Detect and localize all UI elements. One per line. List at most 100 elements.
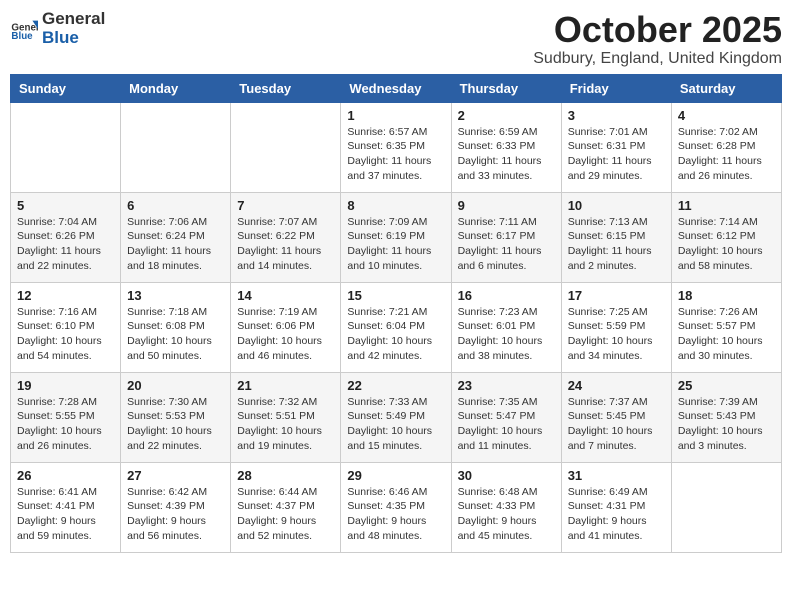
calendar-cell: 8 Sunrise: 7:09 AM Sunset: 6:19 PM Daylig… (341, 192, 451, 282)
day-info: Sunrise: 7:37 AM Sunset: 5:45 PM Dayligh… (568, 395, 665, 454)
day-info: Sunrise: 7:01 AM Sunset: 6:31 PM Dayligh… (568, 125, 665, 184)
day-number: 17 (568, 288, 665, 303)
day-number: 1 (347, 108, 444, 123)
day-info: Sunrise: 7:06 AM Sunset: 6:24 PM Dayligh… (127, 215, 224, 274)
weekday-header-friday: Friday (561, 74, 671, 102)
day-number: 8 (347, 198, 444, 213)
day-info: Sunrise: 6:42 AM Sunset: 4:39 PM Dayligh… (127, 485, 224, 544)
day-number: 15 (347, 288, 444, 303)
calendar-cell: 27 Sunrise: 6:42 AM Sunset: 4:39 PM Dayli… (121, 462, 231, 552)
day-number: 24 (568, 378, 665, 393)
calendar-cell: 14 Sunrise: 7:19 AM Sunset: 6:06 PM Dayli… (231, 282, 341, 372)
month-title: October 2025 (533, 10, 782, 50)
calendar-cell: 3 Sunrise: 7:01 AM Sunset: 6:31 PM Daylig… (561, 102, 671, 192)
day-info: Sunrise: 7:02 AM Sunset: 6:28 PM Dayligh… (678, 125, 775, 184)
day-number: 2 (458, 108, 555, 123)
week-row-3: 12Sunrise: 7:16 AM Sunset: 6:10 PM Dayli… (11, 282, 782, 372)
day-number: 11 (678, 198, 775, 213)
day-number: 29 (347, 468, 444, 483)
calendar-cell: 26 Sunrise: 6:41 AM Sunset: 4:41 PM Dayli… (11, 462, 121, 552)
weekday-header-tuesday: Tuesday (231, 74, 341, 102)
day-info: Sunrise: 7:13 AM Sunset: 6:15 PM Dayligh… (568, 215, 665, 274)
weekday-header-saturday: Saturday (671, 74, 781, 102)
calendar-cell: 25Sunrise: 7:39 AM Sunset: 5:43 PM Dayli… (671, 372, 781, 462)
week-row-5: 26 Sunrise: 6:41 AM Sunset: 4:41 PM Dayli… (11, 462, 782, 552)
day-info: Sunrise: 7:09 AM Sunset: 6:19 PM Dayligh… (347, 215, 444, 274)
day-number: 4 (678, 108, 775, 123)
calendar-cell: 11 Sunrise: 7:14 AM Sunset: 6:12 PM Dayli… (671, 192, 781, 282)
page-header: General Blue General Blue October 2025 S… (10, 10, 782, 68)
calendar-cell: 4 Sunrise: 7:02 AM Sunset: 6:28 PM Daylig… (671, 102, 781, 192)
calendar-cell: 2Sunrise: 6:59 AM Sunset: 6:33 PM Daylig… (451, 102, 561, 192)
logo: General Blue General Blue (10, 10, 105, 47)
svg-text:Blue: Blue (11, 30, 33, 41)
calendar-cell: 15 Sunrise: 7:21 AM Sunset: 6:04 PM Dayli… (341, 282, 451, 372)
day-number: 21 (237, 378, 334, 393)
weekday-header-monday: Monday (121, 74, 231, 102)
day-info: Sunrise: 7:21 AM Sunset: 6:04 PM Dayligh… (347, 305, 444, 364)
day-info: Sunrise: 7:26 AM Sunset: 5:57 PM Dayligh… (678, 305, 775, 364)
calendar-cell: 7 Sunrise: 7:07 AM Sunset: 6:22 PM Daylig… (231, 192, 341, 282)
day-number: 7 (237, 198, 334, 213)
day-info: Sunrise: 7:19 AM Sunset: 6:06 PM Dayligh… (237, 305, 334, 364)
calendar-cell: 13 Sunrise: 7:18 AM Sunset: 6:08 PM Dayli… (121, 282, 231, 372)
day-number: 26 (17, 468, 114, 483)
day-info: Sunrise: 6:41 AM Sunset: 4:41 PM Dayligh… (17, 485, 114, 544)
day-number: 5 (17, 198, 114, 213)
day-info: Sunrise: 7:04 AM Sunset: 6:26 PM Dayligh… (17, 215, 114, 274)
calendar-cell: 24 Sunrise: 7:37 AM Sunset: 5:45 PM Dayli… (561, 372, 671, 462)
day-info: Sunrise: 7:30 AM Sunset: 5:53 PM Dayligh… (127, 395, 224, 454)
day-number: 16 (458, 288, 555, 303)
day-info: Sunrise: 6:48 AM Sunset: 4:33 PM Dayligh… (458, 485, 555, 544)
calendar-cell: 19Sunrise: 7:28 AM Sunset: 5:55 PM Dayli… (11, 372, 121, 462)
weekday-header-row: SundayMondayTuesdayWednesdayThursdayFrid… (11, 74, 782, 102)
calendar-cell: 5 Sunrise: 7:04 AM Sunset: 6:26 PM Daylig… (11, 192, 121, 282)
day-number: 9 (458, 198, 555, 213)
calendar-cell (671, 462, 781, 552)
day-number: 25 (678, 378, 775, 393)
day-info: Sunrise: 7:25 AM Sunset: 5:59 PM Dayligh… (568, 305, 665, 364)
day-number: 30 (458, 468, 555, 483)
day-info: Sunrise: 6:49 AM Sunset: 4:31 PM Dayligh… (568, 485, 665, 544)
logo-general-text: General (42, 10, 105, 29)
day-info: Sunrise: 7:11 AM Sunset: 6:17 PM Dayligh… (458, 215, 555, 274)
calendar-cell (11, 102, 121, 192)
calendar-cell: 1Sunrise: 6:57 AM Sunset: 6:35 PM Daylig… (341, 102, 451, 192)
calendar-cell: 12Sunrise: 7:16 AM Sunset: 6:10 PM Dayli… (11, 282, 121, 372)
calendar-cell: 28Sunrise: 6:44 AM Sunset: 4:37 PM Dayli… (231, 462, 341, 552)
calendar-cell: 6 Sunrise: 7:06 AM Sunset: 6:24 PM Daylig… (121, 192, 231, 282)
calendar-table: SundayMondayTuesdayWednesdayThursdayFrid… (10, 74, 782, 553)
day-number: 31 (568, 468, 665, 483)
calendar-cell: 22 Sunrise: 7:33 AM Sunset: 5:49 PM Dayli… (341, 372, 451, 462)
week-row-4: 19Sunrise: 7:28 AM Sunset: 5:55 PM Dayli… (11, 372, 782, 462)
location-title: Sudbury, England, United Kingdom (533, 50, 782, 68)
day-number: 10 (568, 198, 665, 213)
day-info: Sunrise: 7:35 AM Sunset: 5:47 PM Dayligh… (458, 395, 555, 454)
weekday-header-wednesday: Wednesday (341, 74, 451, 102)
calendar-cell: 20 Sunrise: 7:30 AM Sunset: 5:53 PM Dayli… (121, 372, 231, 462)
day-info: Sunrise: 7:33 AM Sunset: 5:49 PM Dayligh… (347, 395, 444, 454)
title-area: October 2025 Sudbury, England, United Ki… (533, 10, 782, 68)
day-info: Sunrise: 6:44 AM Sunset: 4:37 PM Dayligh… (237, 485, 334, 544)
day-number: 27 (127, 468, 224, 483)
day-info: Sunrise: 7:32 AM Sunset: 5:51 PM Dayligh… (237, 395, 334, 454)
calendar-cell (231, 102, 341, 192)
day-number: 13 (127, 288, 224, 303)
day-number: 23 (458, 378, 555, 393)
day-number: 22 (347, 378, 444, 393)
day-number: 6 (127, 198, 224, 213)
calendar-cell: 21 Sunrise: 7:32 AM Sunset: 5:51 PM Dayli… (231, 372, 341, 462)
day-number: 20 (127, 378, 224, 393)
day-info: Sunrise: 7:23 AM Sunset: 6:01 PM Dayligh… (458, 305, 555, 364)
weekday-header-sunday: Sunday (11, 74, 121, 102)
day-number: 3 (568, 108, 665, 123)
day-info: Sunrise: 7:18 AM Sunset: 6:08 PM Dayligh… (127, 305, 224, 364)
calendar-cell: 16 Sunrise: 7:23 AM Sunset: 6:01 PM Dayli… (451, 282, 561, 372)
calendar-cell: 18Sunrise: 7:26 AM Sunset: 5:57 PM Dayli… (671, 282, 781, 372)
day-info: Sunrise: 7:14 AM Sunset: 6:12 PM Dayligh… (678, 215, 775, 274)
day-info: Sunrise: 7:16 AM Sunset: 6:10 PM Dayligh… (17, 305, 114, 364)
day-number: 14 (237, 288, 334, 303)
day-info: Sunrise: 7:07 AM Sunset: 6:22 PM Dayligh… (237, 215, 334, 274)
calendar-cell: 10 Sunrise: 7:13 AM Sunset: 6:15 PM Dayli… (561, 192, 671, 282)
calendar-cell: 30 Sunrise: 6:48 AM Sunset: 4:33 PM Dayli… (451, 462, 561, 552)
